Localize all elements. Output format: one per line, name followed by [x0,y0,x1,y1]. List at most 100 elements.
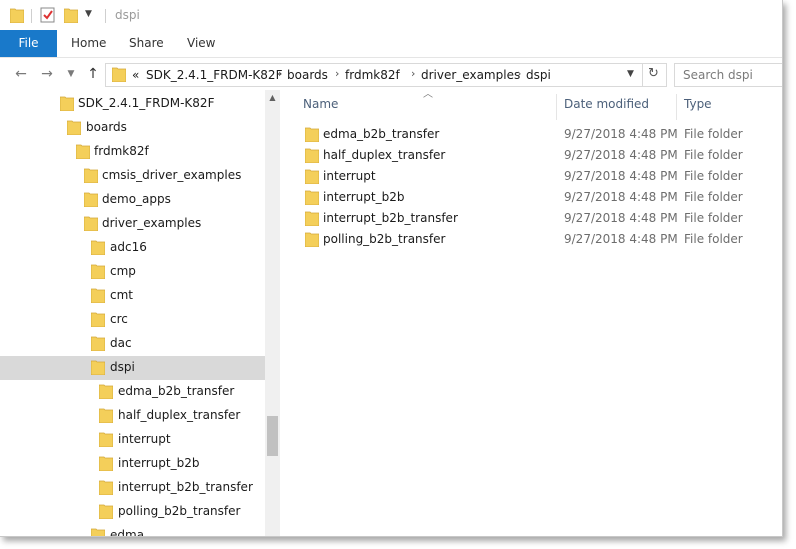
folder-icon [59,95,75,114]
tree-item-dac[interactable]: dac [0,332,265,356]
tree-item-label: driver_examples [102,216,202,230]
tree-item-demo-apps[interactable]: demo_apps [0,188,265,212]
tree-item-frdmk82f[interactable]: frdmk82f [0,140,265,164]
tree-item-cmt[interactable]: cmt [0,284,265,308]
folder-icon [90,263,106,282]
file-row[interactable]: interrupt_b2b 9/27/2018 4:48 PM File fol… [283,187,782,208]
tree-item-dspi[interactable]: dspi [0,356,265,380]
breadcrumb-sdk[interactable]: SDK_2.4.1_FRDM-K82F [146,68,282,82]
tree-item-interrupt-b2b-transfer[interactable]: interrupt_b2b_transfer [0,476,265,500]
file-row[interactable]: edma_b2b_transfer 9/27/2018 4:48 PM File… [283,124,782,145]
new-folder-icon[interactable] [63,7,79,26]
tree-item-half-duplex-transfer[interactable]: half_duplex_transfer [0,404,265,428]
forward-arrow-icon[interactable]: → [38,66,56,82]
tree-item-label: interrupt [118,432,171,446]
folder-icon [83,167,99,186]
tab-view[interactable]: View [187,30,215,57]
column-header-date[interactable]: Date modified [564,97,649,111]
file-row[interactable]: half_duplex_transfer 9/27/2018 4:48 PM F… [283,145,782,166]
file-row[interactable]: interrupt 9/27/2018 4:48 PM File folder [283,166,782,187]
folder-icon [304,126,320,145]
file-date: 9/27/2018 4:48 PM [564,190,678,204]
file-row[interactable]: interrupt_b2b_transfer 9/27/2018 4:48 PM… [283,208,782,229]
recent-locations-chevron-icon[interactable]: ▼ [62,66,80,82]
file-date: 9/27/2018 4:48 PM [564,211,678,225]
tree-item-edma[interactable]: edma [0,524,265,537]
chevron-right-icon[interactable]: › [411,67,415,80]
folder-icon [75,143,91,162]
up-arrow-icon[interactable]: ↑ [84,66,102,82]
tree-item-driver-examples[interactable]: driver_examples [0,212,265,236]
tree-item-interrupt-b2b[interactable]: interrupt_b2b [0,452,265,476]
folder-icon [98,479,114,498]
search-input[interactable]: Search dspi [674,63,782,87]
chevron-right-icon[interactable]: › [278,67,282,80]
properties-icon[interactable] [40,7,56,26]
customize-quick-access-icon[interactable]: ▼ [85,9,92,19]
breadcrumb-frdmk82f[interactable]: frdmk82f [345,68,400,82]
file-type: File folder [684,169,743,183]
folder-icon [111,66,127,85]
tree-item-edma-b2b-transfer[interactable]: edma_b2b_transfer [0,380,265,404]
tree-item-interrupt[interactable]: interrupt [0,428,265,452]
tree-item-label: adc16 [110,240,147,254]
tree-item-label: interrupt_b2b [118,456,200,470]
column-header-type[interactable]: Type [684,97,712,111]
column-header-name[interactable]: Name [303,97,338,111]
folder-icon [98,455,114,474]
tree-item-label: demo_apps [102,192,171,206]
tab-file[interactable]: File [0,30,57,57]
folder-icon [90,287,106,306]
navigation-pane: SDK_2.4.1_FRDM-K82F boards frdmk82f cmsi… [0,90,280,536]
breadcrumb-dspi[interactable]: dspi [526,68,551,82]
breadcrumb-driver-examples[interactable]: driver_examples [421,68,520,82]
scrollbar-thumb[interactable] [267,416,278,456]
file-date: 9/27/2018 4:48 PM [564,127,678,141]
column-separator[interactable] [556,94,557,120]
column-separator[interactable] [676,94,677,120]
title-separator [31,9,32,23]
tree-item-label: cmt [110,288,133,302]
tree-item-adc16[interactable]: adc16 [0,236,265,260]
scroll-up-icon[interactable]: ▲ [265,90,280,105]
file-name: interrupt_b2b_transfer [323,211,458,225]
tree-item-cmp[interactable]: cmp [0,260,265,284]
back-arrow-icon[interactable]: ← [12,66,30,82]
tree-item-boards[interactable]: boards [0,116,265,140]
navigation-bar: ← → ▼ ↑ « SDK_2.4.1_FRDM-K82F › boards ›… [0,58,782,90]
refresh-icon[interactable]: ↻ [648,66,659,81]
sort-ascending-icon: ︿ [423,89,433,100]
address-separator [642,64,643,86]
open-folder-icon [90,359,106,378]
search-placeholder: Search dspi [683,68,753,82]
tree-item-crc[interactable]: crc [0,308,265,332]
file-name: interrupt_b2b [323,190,405,204]
breadcrumb-overflow[interactable]: « [132,68,139,82]
folder-icon[interactable] [9,7,25,26]
tree-item-polling-b2b-transfer[interactable]: polling_b2b_transfer [0,500,265,524]
folder-icon [90,239,106,258]
title-bar: ▼ dspi [0,0,782,30]
tree-item-label: cmsis_driver_examples [102,168,242,182]
breadcrumb-boards[interactable]: boards [287,68,328,82]
folder-icon [83,215,99,234]
address-bar[interactable]: « SDK_2.4.1_FRDM-K82F › boards › frdmk82… [105,63,667,87]
folder-icon [66,119,82,138]
explorer-window: ▼ dspi File Home Share View ← → ▼ ↑ « SD… [0,0,783,537]
tab-home[interactable]: Home [71,30,106,57]
tab-share[interactable]: Share [129,30,164,57]
tree-item-cmsis-driver-examples[interactable]: cmsis_driver_examples [0,164,265,188]
file-type: File folder [684,190,743,204]
title-separator [105,9,106,23]
chevron-right-icon[interactable]: › [517,67,521,80]
tree-scrollbar[interactable]: ▲ [265,90,280,536]
file-row[interactable]: polling_b2b_transfer 9/27/2018 4:48 PM F… [283,229,782,250]
chevron-right-icon[interactable]: › [335,67,339,80]
tree-item-label: crc [110,312,128,326]
folder-icon [83,191,99,210]
file-type: File folder [684,211,743,225]
folder-icon [90,311,106,330]
tree-item-sdk[interactable]: SDK_2.4.1_FRDM-K82F [0,92,265,116]
address-dropdown-icon[interactable]: ▼ [627,69,634,79]
tree-item-label: edma [110,528,145,537]
